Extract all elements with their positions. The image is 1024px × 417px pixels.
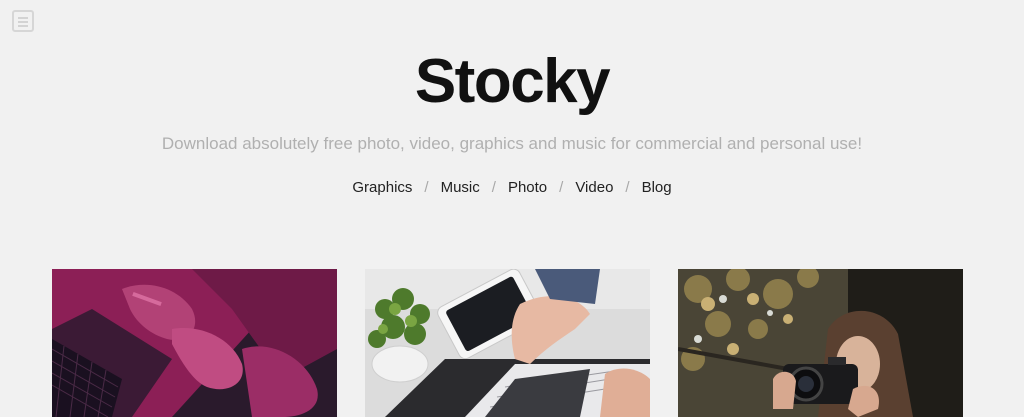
- site-title[interactable]: Stocky: [0, 46, 1024, 118]
- menu-bar: [18, 17, 28, 19]
- menu-bar: [18, 25, 28, 27]
- site-tagline: Download absolutely free photo, video, g…: [161, 134, 863, 153]
- camera-woman-image: [678, 269, 963, 417]
- gallery-item-laptop-magenta[interactable]: [52, 269, 337, 417]
- menu-toggle-icon[interactable]: [12, 10, 34, 32]
- nav-item-video[interactable]: Video: [575, 179, 613, 196]
- nav-separator: /: [559, 179, 564, 196]
- nav-separator: /: [625, 179, 630, 196]
- menu-bar: [18, 21, 28, 23]
- main-nav: Graphics / Music / Photo / Video / Blog: [0, 178, 1024, 198]
- laptop-desk-image: [365, 269, 650, 417]
- nav-item-graphics[interactable]: Graphics: [352, 179, 412, 196]
- laptop-magenta-image: [52, 269, 337, 417]
- nav-item-music[interactable]: Music: [441, 179, 480, 196]
- nav-separator: /: [424, 179, 429, 196]
- gallery-item-camera-woman[interactable]: [678, 269, 963, 417]
- gallery-item-laptop-desk[interactable]: [365, 269, 650, 417]
- nav-separator: /: [491, 179, 496, 196]
- nav-item-blog[interactable]: Blog: [642, 179, 672, 196]
- nav-item-photo[interactable]: Photo: [508, 179, 547, 196]
